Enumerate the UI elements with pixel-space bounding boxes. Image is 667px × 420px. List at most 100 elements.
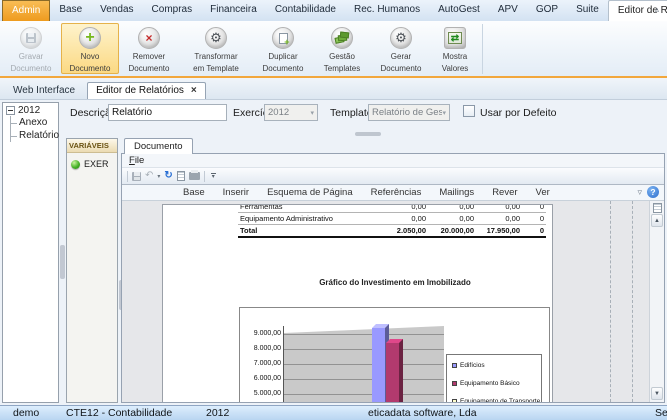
status-vendor: eticadata software, Lda [368, 407, 477, 419]
file-menu[interactable]: File [129, 155, 144, 166]
y-axis-tick: 9.000,00 [240, 330, 281, 337]
delete-x-icon: × [138, 27, 160, 49]
split-view-icon[interactable] [653, 203, 662, 213]
template-select[interactable]: Relatório de Gestão ▾ [368, 104, 450, 121]
main-tab-financeira[interactable]: Financeira [201, 0, 266, 21]
document-tab-strip: Web Interface Editor de Relatórios × [0, 78, 667, 100]
chart-plot-wall [284, 326, 444, 402]
table-row: Equipamento Administrativo0,00 0,000,00 … [238, 213, 546, 225]
gear-icon: ⚙ [390, 27, 412, 49]
gravar-documento-button[interactable]: Gravar Documento [2, 23, 60, 74]
word-tab-mailings[interactable]: Mailings [430, 185, 483, 200]
word-tab-rever[interactable]: Rever [483, 185, 526, 200]
tree-collapse-icon[interactable] [6, 106, 15, 115]
legend-marker-icon [452, 363, 457, 368]
legend-item: Equipamento Básico [452, 380, 541, 387]
main-tab-suite[interactable]: Suite [567, 0, 608, 21]
variavel-exer-item[interactable]: EXER [67, 153, 117, 169]
main-tab-apv[interactable]: APV [489, 0, 527, 21]
templates-cards-icon [331, 27, 353, 49]
undo-icon[interactable]: ↶ [145, 171, 153, 181]
green-sphere-icon [71, 160, 80, 169]
bar-equipamento-basico [386, 343, 399, 402]
print-icon[interactable] [189, 172, 200, 180]
status-bar: demo CTE12 - Contabilidade 2012 eticadat… [0, 405, 667, 420]
usar-por-defeito-checkbox[interactable] [463, 105, 475, 117]
page-guide-line [632, 201, 633, 402]
gestao-templates-button[interactable]: Gestão Templates [313, 23, 371, 74]
save-icon[interactable] [132, 172, 141, 181]
y-axis-tick: 5.000,00 [240, 390, 281, 397]
dropdown-arrow-icon: ▾ [310, 109, 314, 117]
redo-icon[interactable]: ↻ [164, 171, 172, 181]
word-tab-esquema[interactable]: Esquema de Página [258, 185, 362, 200]
customize-toolbar-icon[interactable]: ▾ [211, 173, 216, 179]
novo-documento-button[interactable]: + Novo Documento [61, 23, 119, 74]
bar-edificios [372, 328, 385, 402]
word-tab-inserir[interactable]: Inserir [214, 185, 258, 200]
word-tab-referencias[interactable]: Referências [362, 185, 431, 200]
save-icon [20, 27, 42, 49]
main-tab-gop[interactable]: GOP [527, 0, 567, 21]
vertical-scrollbar[interactable]: ▲ ▼ [649, 201, 664, 402]
remover-documento-button[interactable]: × Remover Documento [120, 23, 178, 74]
main-tab-vendas[interactable]: Vendas [91, 0, 142, 21]
legend-item: Edifícios [452, 362, 541, 369]
horizontal-splitter-handle[interactable] [355, 132, 381, 136]
ribbon-group-divider [482, 24, 483, 74]
undo-dropdown-icon[interactable]: ▾ [157, 173, 160, 180]
status-year: 2012 [206, 407, 229, 419]
gerar-documento-button[interactable]: ⚙ Gerar Documento [372, 23, 430, 74]
y-axis-tick: 6.000,00 [240, 375, 281, 382]
tree-node-2012[interactable]: 2012 [6, 105, 58, 116]
tree-splitter-handle[interactable] [60, 245, 65, 279]
table-row: Ferramentas0,00 0,000,00 0 [238, 204, 546, 213]
help-icon[interactable]: ? [647, 186, 659, 198]
plus-icon: + [79, 27, 101, 49]
print-preview-icon[interactable] [177, 171, 185, 181]
tree-node-anexo[interactable]: Anexo [11, 116, 58, 129]
tab-web-interface[interactable]: Web Interface [5, 83, 83, 99]
scroll-down-button[interactable]: ▼ [651, 387, 663, 400]
investment-table: Ferramentas0,00 0,000,00 0 Equipamento A… [238, 204, 546, 238]
main-tab-autogest[interactable]: AutoGest [429, 0, 489, 21]
word-tab-base[interactable]: Base [174, 185, 214, 200]
variaveis-header: VARIÁVEIS [67, 139, 117, 153]
document-canvas: Ferramentas0,00 0,000,00 0 Equipamento A… [122, 201, 664, 402]
word-ribbon-tabs: Base Inserir Esquema de Página Referênci… [122, 185, 664, 201]
dropdown-arrow-icon: ▾ [442, 109, 446, 117]
variaveis-panel: VARIÁVEIS EXER [66, 138, 118, 403]
word-tab-ver[interactable]: Ver [527, 185, 559, 200]
ribbon-minimize-icon[interactable]: ▵ [655, 5, 659, 14]
swap-values-icon: ⇄ [444, 27, 466, 49]
main-tab-base[interactable]: Base [50, 0, 91, 21]
duplicar-documento-button[interactable]: + Duplicar Documento [254, 23, 312, 74]
tab-editor-relatorios[interactable]: Editor de Relatórios × [87, 82, 206, 99]
ribbon: Gravar Documento + Novo Documento × Remo… [0, 21, 667, 78]
table-total-row: Total2.050,00 20.000,0017.950,00 0 [238, 225, 546, 238]
legend-marker-icon [452, 399, 457, 402]
ribbon-collapse-icon[interactable]: ▿ [637, 187, 642, 198]
application-window: Admin Base Vendas Compras Financeira Con… [0, 0, 667, 420]
chart[interactable]: 9.000,00 8.000,00 7.000,00 6.000,00 5.00… [239, 307, 550, 402]
tree-node-relatorio[interactable]: Relatório [11, 129, 58, 142]
scroll-up-button[interactable]: ▲ [651, 214, 663, 227]
mostra-valores-button[interactable]: ⇄ Mostra Valores [431, 23, 479, 74]
main-tab-rec-humanos[interactable]: Rec. Humanos [345, 0, 429, 21]
tab-documento[interactable]: Documento [124, 138, 193, 154]
transformar-em-template-button[interactable]: ⚙ Transformar em Template [179, 23, 253, 74]
main-tab-admin[interactable]: Admin [2, 0, 50, 21]
chart-legend: Edifícios Equipamento Básico Equipamento… [446, 354, 542, 402]
y-axis-tick: 8.000,00 [240, 345, 281, 352]
document-page: Ferramentas0,00 0,000,00 0 Equipamento A… [162, 204, 553, 402]
descricao-input[interactable] [108, 104, 227, 121]
y-axis-line [283, 326, 284, 402]
report-tree-panel: 2012 Anexo Relatório [2, 102, 59, 403]
main-tab-contabilidade[interactable]: Contabilidade [266, 0, 345, 21]
main-tab-compras[interactable]: Compras [143, 0, 202, 21]
close-tab-icon[interactable]: × [191, 86, 197, 96]
document-editor: File ↶ ▾ ↻ ▾ Base Inserir Esquema de Pág… [121, 153, 665, 403]
status-extra: Se [655, 407, 667, 419]
chart-title: Gráfico do Investimento em Imobilizado [239, 278, 551, 287]
exercicio-select[interactable]: 2012 ▾ [264, 104, 318, 121]
